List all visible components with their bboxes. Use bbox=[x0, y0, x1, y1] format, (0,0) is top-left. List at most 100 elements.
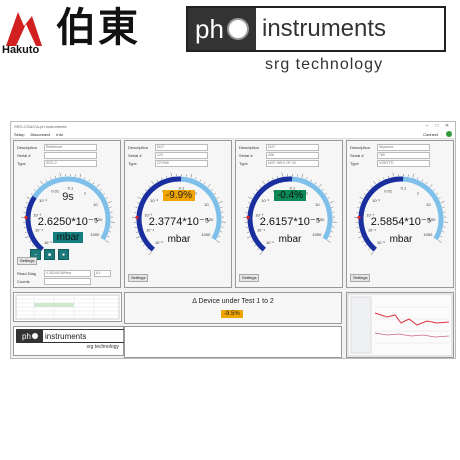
gauge-tick bbox=[248, 202, 251, 204]
gauge-tick bbox=[259, 185, 262, 188]
connect-label: Connect bbox=[423, 131, 438, 137]
gauge-tick bbox=[45, 179, 48, 182]
gauge-tick bbox=[310, 179, 313, 182]
gauge-tick bbox=[79, 173, 82, 178]
read-diag-field[interactable]: 4.20245 05/Hea bbox=[44, 270, 91, 277]
gauge-tick bbox=[359, 202, 362, 204]
gauge-tick bbox=[84, 177, 86, 180]
gauge-tick bbox=[436, 192, 439, 195]
gauge-tick bbox=[433, 188, 435, 191]
gauge-tick bbox=[195, 177, 197, 180]
type-field[interactable]: CP25W bbox=[155, 160, 208, 167]
minimize-button[interactable]: – bbox=[422, 123, 432, 129]
unit-label: mbar bbox=[14, 232, 122, 243]
gauge-tick bbox=[262, 180, 265, 185]
trend-chart-icon bbox=[347, 293, 453, 357]
gauge-tick-label: 10⁻⁴ bbox=[368, 228, 377, 233]
serial-field[interactable]: 789 bbox=[377, 152, 430, 159]
gauge-tick bbox=[151, 180, 154, 185]
menu-setup[interactable]: Setup bbox=[14, 132, 24, 137]
close-button[interactable]: ✕ bbox=[442, 123, 452, 129]
gauge-tick bbox=[92, 182, 95, 185]
gauge-panel-skyscore: Description Skyscore Serial # 789 Type VSMT… bbox=[346, 140, 454, 288]
gauge-panel-dut2: Description DUT Serial # 456 Type NIST WKS … bbox=[235, 140, 343, 288]
gauge-tick bbox=[363, 193, 366, 195]
gauge-tick bbox=[358, 231, 361, 233]
gauge-tick bbox=[161, 177, 163, 180]
delta-title: Δ Device under Test 1 to 2 bbox=[192, 298, 274, 305]
trend-chart-thumbnail[interactable] bbox=[346, 292, 454, 358]
gauge-tick-label: 10⁻² bbox=[372, 198, 381, 203]
settings-button[interactable]: Settings bbox=[239, 274, 260, 282]
deviation-value: -0.4% bbox=[273, 190, 307, 201]
maximize-button[interactable]: □ bbox=[432, 123, 442, 129]
settings-button[interactable]: Settings bbox=[128, 274, 149, 282]
delta-panel: Δ Device under Test 1 to 2 -9.5% bbox=[124, 292, 342, 324]
gauge-tick bbox=[383, 177, 385, 180]
gauge-tick bbox=[165, 175, 168, 178]
description-field[interactable]: Skyscore bbox=[377, 144, 430, 151]
gauge-tick bbox=[24, 207, 27, 209]
data-table-thumbnail[interactable] bbox=[13, 292, 122, 322]
gauge-tick bbox=[37, 185, 40, 188]
gauge-tick bbox=[429, 183, 433, 188]
logo-circle-icon bbox=[31, 333, 38, 339]
gauge-tick bbox=[368, 248, 370, 251]
gauge-tick bbox=[417, 177, 419, 180]
srg-small-text: srg technology bbox=[86, 344, 119, 350]
type-field[interactable]: VSMTTD bbox=[377, 160, 430, 167]
pressure-value: 2.6157*10⁻⁵ bbox=[259, 216, 321, 228]
gauge-tick bbox=[135, 207, 138, 209]
gauge-tick bbox=[357, 207, 360, 209]
gauge-tick bbox=[364, 244, 367, 247]
gauge-panel-reference: Description Reference Serial # Type SRG-2 … bbox=[13, 140, 121, 288]
menu-disconnect[interactable]: Disconnect bbox=[30, 132, 50, 137]
gauge-tick bbox=[136, 231, 139, 233]
gauge-tick bbox=[259, 251, 263, 256]
serial-field[interactable]: 456 bbox=[266, 152, 319, 159]
gauge-tick bbox=[199, 179, 202, 182]
gauge-tick bbox=[359, 196, 364, 200]
gauge-tick bbox=[246, 207, 249, 209]
serial-field[interactable] bbox=[44, 152, 97, 159]
gauge-tick bbox=[329, 201, 334, 204]
gauge-tick bbox=[207, 183, 211, 188]
pressure-value: 2.5854*10⁻⁵ bbox=[370, 216, 432, 228]
delta-value: -9.5% bbox=[221, 310, 243, 318]
srg-technology-text: srg technology bbox=[265, 56, 384, 73]
gauge-tick bbox=[442, 231, 445, 233]
gauge-panel-dut1: Description DUT Serial # 123 Type CP25W 10⁻… bbox=[124, 140, 232, 288]
record-button[interactable]: ● bbox=[58, 249, 69, 260]
settings-button[interactable]: Settings bbox=[17, 257, 38, 265]
gauge-tick bbox=[314, 182, 317, 185]
ph-instruments-logo: ph instruments bbox=[186, 6, 446, 52]
description-field[interactable]: Reference bbox=[44, 144, 97, 151]
hakuto-wordmark: Hakuto bbox=[2, 44, 40, 56]
connect-status-icon[interactable] bbox=[446, 131, 452, 137]
serial-field[interactable]: 123 bbox=[155, 152, 208, 159]
description-field[interactable]: DUT bbox=[155, 144, 208, 151]
hakuto-kanji: 伯東 bbox=[56, 4, 140, 51]
gauge-tick bbox=[378, 179, 381, 182]
description-field[interactable]: DUT bbox=[266, 144, 319, 151]
gauge-tick bbox=[318, 183, 322, 188]
description-label: Description bbox=[17, 145, 38, 150]
gauge-tick bbox=[96, 183, 100, 188]
type-field[interactable]: NIST WKS OF XX bbox=[266, 160, 319, 167]
gauge-tick-label: 10 bbox=[315, 202, 320, 207]
type-field[interactable]: SRG-2 bbox=[44, 160, 97, 167]
gauge-tick-label: 10⁻⁴ bbox=[146, 228, 155, 233]
stop-button[interactable]: ■ bbox=[44, 249, 55, 260]
type-label: Type bbox=[239, 161, 248, 166]
settings-button[interactable]: Settings bbox=[350, 274, 371, 282]
type-label: Type bbox=[17, 161, 26, 166]
read-diag-select[interactable]: A1 bbox=[94, 270, 111, 277]
deviation-badge: -9.9% bbox=[125, 190, 233, 201]
counts-field[interactable] bbox=[44, 278, 91, 285]
instruments-text: instruments bbox=[262, 15, 387, 42]
gauge-tick bbox=[392, 172, 394, 177]
app-window: SRG-CSA/CA-ph instruments – □ ✕ Setup Di… bbox=[10, 121, 456, 359]
menu-info[interactable]: Info bbox=[56, 132, 63, 137]
gauge-tick bbox=[50, 177, 52, 180]
unit-badge: mbar bbox=[52, 232, 84, 243]
